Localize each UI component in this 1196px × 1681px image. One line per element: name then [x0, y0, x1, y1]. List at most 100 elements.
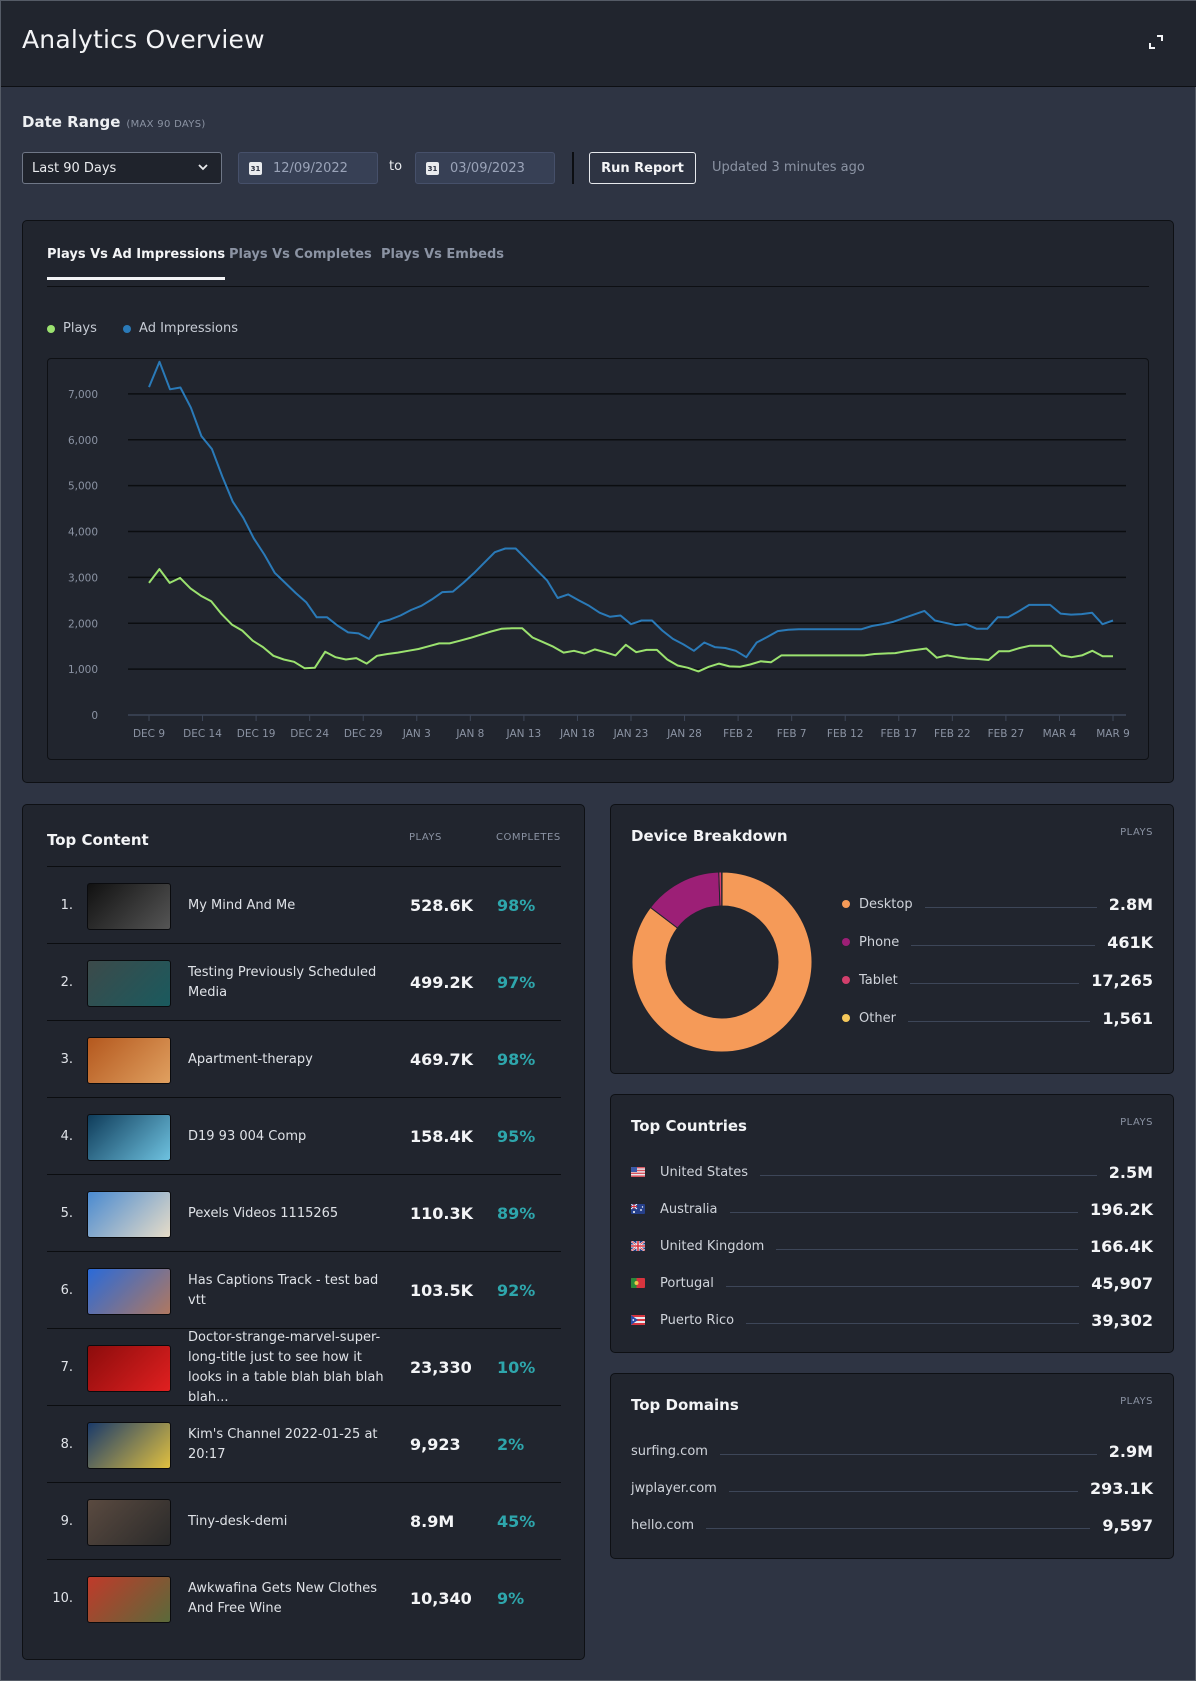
updated-status: Updated 3 minutes ago — [712, 160, 865, 175]
completes-column-header: COMPLETES — [496, 832, 561, 843]
legend-dot — [842, 900, 850, 908]
date-preset-select[interactable]: Last 90 Days — [22, 152, 222, 184]
country-plays-value: 166.4K — [1089, 1236, 1153, 1256]
tab-plays-vs-ad-impressions[interactable]: Plays Vs Ad Impressions — [47, 247, 226, 280]
calendar-icon: 31 — [249, 162, 262, 175]
table-row[interactable]: 10. Awkwafina Gets New Clothes And Free W… — [47, 1560, 561, 1637]
video-thumbnail — [87, 1499, 171, 1546]
device-plays-value: 17,265 — [1091, 970, 1153, 990]
line-chart-svg: 0 1,000 2,000 3,000 4,000 5,000 6,000 7,000 DEC … — [68, 360, 1130, 740]
content-title[interactable]: Testing Previously Scheduled Media — [188, 944, 388, 1021]
domain-label[interactable]: jwplayer.com — [631, 1481, 717, 1496]
content-title-text: Pexels Videos 1115265 — [188, 1205, 339, 1221]
y-tick-label: 4,000 — [68, 527, 98, 539]
content-title-text: Doctor-strange-marvel-super-long-title j… — [188, 1329, 384, 1405]
content-title[interactable]: My Mind And Me — [188, 867, 388, 944]
country-row: Australia 196.2K — [631, 1197, 1153, 1221]
country-plays-value: 196.2K — [1089, 1199, 1153, 1219]
content-title[interactable]: Awkwafina Gets New Clothes And Free Wine — [188, 1560, 388, 1637]
legend-label: Ad Impressions — [139, 321, 239, 336]
leader-line — [706, 1527, 1091, 1529]
date-range-label: Date Range (MAX 90 DAYS) — [22, 113, 206, 131]
domain-label[interactable]: hello.com — [631, 1518, 694, 1533]
table-row[interactable]: 1. My Mind And Me 528.6K 98% — [47, 867, 561, 944]
x-tick-label: JAN 13 — [506, 728, 542, 740]
device-label: Tablet — [859, 972, 898, 988]
content-title-text: My Mind And Me — [188, 897, 296, 913]
content-title[interactable]: Apartment-therapy — [188, 1021, 388, 1098]
leader-line — [907, 1020, 1091, 1022]
table-row[interactable]: 6. Has Captions Track - test bad vtt 103.5… — [47, 1252, 561, 1329]
country-plays-value: 39,302 — [1091, 1310, 1153, 1330]
top-content-title: Top Content — [47, 831, 149, 849]
chart-card: Plays Vs Ad Impressions Plays Vs Complet… — [22, 220, 1174, 783]
table-row[interactable]: 7. Doctor-strange-marvel-super-long-title… — [47, 1329, 561, 1406]
completes-value: 98% — [497, 896, 536, 915]
end-date-input[interactable]: 31 03/09/2023 — [415, 152, 555, 184]
table-row[interactable]: 3. Apartment-therapy 469.7K 98% — [47, 1021, 561, 1098]
divider — [572, 152, 574, 184]
content-title[interactable]: Tiny-desk-demi — [188, 1483, 388, 1560]
plays-value: 103.5K — [410, 1281, 474, 1300]
rank-number: 2. — [60, 975, 73, 990]
country-label: Australia — [660, 1201, 718, 1217]
x-tick-label: FEB 17 — [880, 728, 917, 740]
start-date-input[interactable]: 31 12/09/2022 — [238, 152, 378, 184]
line-chart: 0 1,000 2,000 3,000 4,000 5,000 6,000 7,000 DEC … — [47, 358, 1149, 760]
tab-plays-vs-embeds[interactable]: Plays Vs Embeds — [381, 247, 504, 277]
content-title[interactable]: Kim's Channel 2022-01-25 at 20:17 — [188, 1406, 388, 1483]
run-report-button[interactable]: Run Report — [589, 152, 696, 184]
table-row[interactable]: 8. Kim's Channel 2022-01-25 at 20:17 9,923… — [47, 1406, 561, 1483]
device-legend: Desktop 2.8M Phone 461K Tablet 17,265 Other 1,5… — [842, 805, 1173, 1073]
content-title[interactable]: Has Captions Track - test bad vtt — [188, 1252, 388, 1329]
content-title[interactable]: D19 93 004 Comp — [188, 1098, 388, 1175]
domain-plays-value: 293.1K — [1089, 1478, 1153, 1498]
date-preset-value: Last 90 Days — [32, 161, 117, 176]
top-domains-card: Top Domains PLAYS surfing.com 2.9M jwplaye… — [610, 1373, 1174, 1559]
date-to-label: to — [389, 159, 403, 174]
domain-label[interactable]: surfing.com — [631, 1444, 708, 1459]
y-tick-label: 7,000 — [68, 389, 98, 401]
plays-value: 528.6K — [410, 896, 474, 915]
x-tick-label: JAN 3 — [402, 728, 431, 740]
content-title[interactable]: Doctor-strange-marvel-super-long-title j… — [188, 1329, 388, 1406]
device-label: Other — [859, 1010, 896, 1026]
leader-line — [746, 1322, 1080, 1324]
rank-number: 10. — [52, 1591, 73, 1606]
country-row: Portugal 45,907 — [631, 1271, 1153, 1295]
completes-value: 10% — [497, 1358, 536, 1377]
legend-label: Plays — [63, 321, 97, 336]
country-label: Portugal — [660, 1275, 714, 1291]
x-tick-label: FEB 22 — [934, 728, 971, 740]
domain-plays-value: 2.9M — [1108, 1441, 1153, 1461]
plays-value: 10,340 — [410, 1589, 472, 1608]
tab-plays-vs-completes[interactable]: Plays Vs Completes — [229, 247, 372, 277]
y-tick-label: 0 — [91, 710, 98, 722]
plays-value: 9,923 — [410, 1435, 461, 1454]
rank-number: 5. — [60, 1206, 73, 1221]
table-row[interactable]: 9. Tiny-desk-demi 8.9M 45% — [47, 1483, 561, 1560]
table-row[interactable]: 4. D19 93 004 Comp 158.4K 95% — [47, 1098, 561, 1175]
pt-flag-icon — [631, 1278, 645, 1288]
series-line-plays[interactable] — [148, 568, 1113, 673]
plays-value: 158.4K — [410, 1127, 474, 1146]
content-title[interactable]: Pexels Videos 1115265 — [188, 1175, 388, 1252]
series-line-ad-impressions[interactable] — [148, 360, 1114, 659]
top-content-card: Top Content PLAYS COMPLETES 1. My Mind An… — [22, 804, 585, 1660]
device-plays-value: 2.8M — [1108, 894, 1153, 914]
video-thumbnail — [87, 1191, 171, 1238]
table-row[interactable]: 5. Pexels Videos 1115265 110.3K 89% — [47, 1175, 561, 1252]
expand-icon[interactable] — [1147, 33, 1165, 51]
x-tick-label: FEB 12 — [827, 728, 864, 740]
video-thumbnail — [87, 1114, 171, 1161]
rank-number: 6. — [60, 1283, 73, 1298]
table-row[interactable]: 2. Testing Previously Scheduled Media 499.… — [47, 944, 561, 1021]
video-thumbnail — [87, 1576, 171, 1623]
domain-row: hello.com 9,597 — [631, 1513, 1153, 1537]
legend-item-plays[interactable]: Plays — [47, 321, 97, 336]
legend-item-ad-impressions[interactable]: Ad Impressions — [123, 321, 238, 336]
legend-dot — [842, 938, 850, 946]
plays-column-header: PLAYS — [409, 832, 442, 843]
top-content-list: 1. My Mind And Me 528.6K 98% 2. Testing Previ… — [47, 866, 561, 1637]
leader-line — [911, 944, 1096, 946]
